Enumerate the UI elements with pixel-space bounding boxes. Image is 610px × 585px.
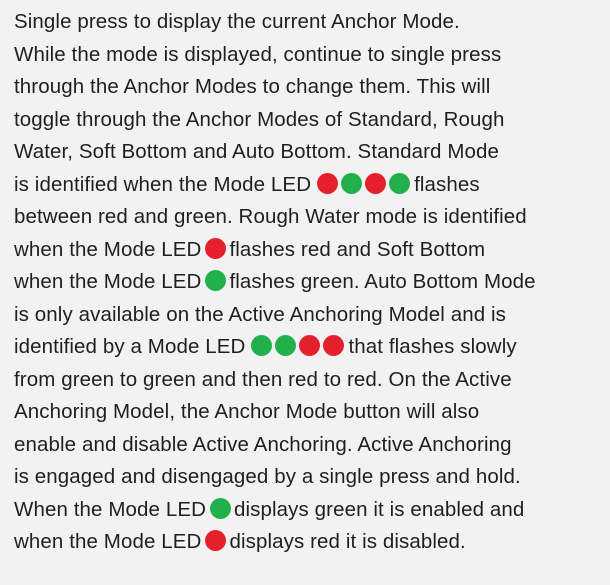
text-segment: When the Mode LED: [14, 497, 206, 521]
text-segment: when the Mode LED: [14, 270, 202, 293]
text-segment: that flashes slowly: [348, 335, 517, 358]
text-segment: displays green it is enabled and: [234, 497, 525, 521]
text-segment: is identified when the Mode LED: [14, 172, 312, 196]
text-segment: when the Mode LED: [14, 530, 202, 553]
enabled-green-led-icon: [210, 497, 231, 519]
text-line-15: is engaged and disengaged by a single pr…: [14, 465, 521, 488]
green-led-icon: [250, 335, 272, 356]
text-line-17: when the Mode LED displays red it is disa…: [14, 526, 610, 559]
text-line-16: When the Mode LED displays green it is en…: [14, 494, 610, 527]
text-segment: flashes red and Soft Bottom: [229, 237, 486, 261]
text-segment: displays red it is disabled.: [229, 530, 466, 553]
text-line-7: between red and green. Rough Water mode …: [14, 205, 527, 228]
text-line-6: is identified when the Mode LED flashes: [14, 169, 610, 202]
text-line-3: through the Anchor Modes to change them.…: [14, 75, 491, 98]
text-line-2: While the mode is displayed, continue to…: [14, 42, 502, 66]
text-line-1: Single press to display the current Anch…: [14, 10, 460, 33]
text-segment: flashes: [414, 172, 480, 196]
green-led-icon: [274, 335, 296, 356]
text-line-5: Water, Soft Bottom and Auto Bottom. Stan…: [14, 140, 500, 163]
disabled-red-led-icon: [205, 530, 227, 551]
green-led-icon: [388, 172, 410, 194]
text-line-9: when the Mode LED flashes green. Auto Bot…: [14, 266, 610, 299]
text-line-8: when the Mode LED flashes red and Soft Bo…: [14, 234, 610, 267]
anchor-mode-instructions: Single press to display the current Anch…: [0, 0, 610, 585]
text-line-14: enable and disable Active Anchoring. Act…: [14, 432, 512, 456]
standard-mode-led-sequence: [315, 169, 411, 202]
text-line-13: Anchoring Model, the Anchor Mode button …: [14, 400, 480, 423]
text-segment: when the Mode LED: [14, 237, 202, 261]
red-led-icon: [364, 172, 386, 194]
green-led-icon: [340, 172, 362, 194]
text-segment: identified by a Mode LED: [14, 335, 246, 358]
auto-bottom-led-sequence: [249, 331, 345, 364]
red-led-icon: [298, 335, 320, 356]
red-led-icon: [316, 172, 338, 194]
text-line-4: toggle through the Anchor Modes of Stand…: [14, 107, 505, 131]
text-line-12: from green to green and then red to red.…: [14, 367, 512, 391]
soft-bottom-green-led-icon: [205, 270, 227, 291]
text-line-11: identified by a Mode LED that flashes slo…: [14, 331, 610, 364]
text-segment: flashes green. Auto Bottom Mode: [229, 270, 536, 293]
text-line-10: is only available on the Active Anchorin…: [14, 302, 507, 326]
rough-water-red-led-icon: [205, 237, 227, 259]
red-led-icon: [322, 335, 344, 356]
